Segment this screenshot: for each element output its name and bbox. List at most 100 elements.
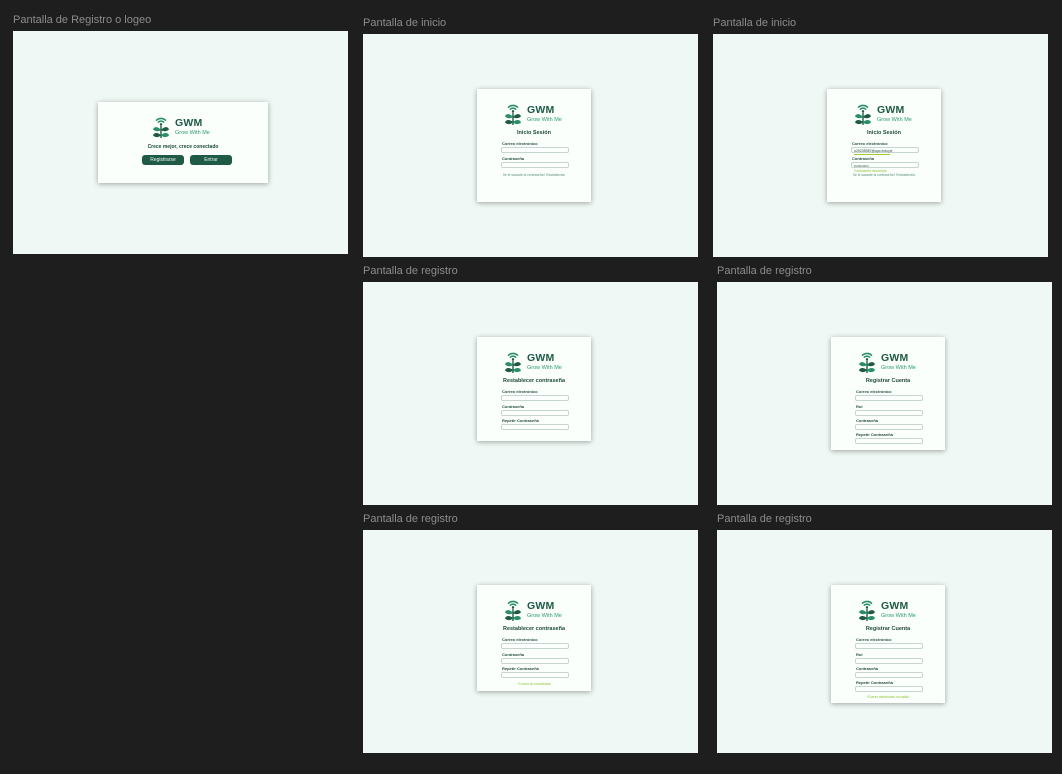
role-field[interactable] <box>855 410 923 416</box>
signup-error-text: *Correo electrónico no válido <box>866 695 910 699</box>
role-label: Rol <box>856 652 863 657</box>
password-label: Contraseña <box>856 418 879 423</box>
password-error-text: Contraseña incorrecta <box>854 168 887 173</box>
register-button[interactable]: Registrarse <box>142 155 184 165</box>
brand-name: GWM <box>527 600 555 612</box>
repeat-password-field[interactable] <box>855 686 923 692</box>
frame-login-error: GWM Grow With Me Inicio Sesión Correo el… <box>713 34 1048 257</box>
email-label: Correo electrónico <box>852 141 888 146</box>
plant-wifi-icon <box>854 101 872 127</box>
reset-error-card: GWM Grow With Me Restablecer contraseña … <box>477 585 591 691</box>
signup-title: Registrar Cuenta <box>865 626 911 632</box>
email-field[interactable] <box>501 643 569 649</box>
email-label: Correo electrónico <box>856 637 892 642</box>
brand-name: GWM <box>881 600 909 612</box>
login-title: Inicio Sesión <box>517 130 551 136</box>
reset-card: GWM Grow With Me Restablecer contraseña … <box>477 337 591 441</box>
frame-label-signup-error: Pantalla de registro <box>717 513 812 525</box>
frame-label-login: Pantalla de inicio <box>363 17 447 29</box>
password-label: Contraseña <box>856 666 879 671</box>
repeat-password-label: Repetir Contraseña <box>502 418 539 423</box>
frame-label-login-error: Pantalla de inicio <box>713 17 797 29</box>
email-label: Correo electrónico <box>502 389 538 394</box>
reset-title: Restablecer contraseña <box>502 378 566 384</box>
signup-error-card: GWM Grow With Me Registrar Cuenta Correo… <box>831 585 945 703</box>
password-field[interactable] <box>501 162 569 168</box>
frame-signup-error: GWM Grow With Me Registrar Cuenta Correo… <box>717 530 1052 753</box>
repeat-password-label: Repetir Contraseña <box>502 666 539 671</box>
brand-tagline: Grow With Me <box>877 116 912 123</box>
password-label: Contraseña <box>502 156 525 161</box>
brand-logo: GWM Grow With Me <box>504 597 562 623</box>
frame-signup: GWM Grow With Me Registrar Cuenta Correo… <box>717 282 1052 505</box>
repeat-password-label: Repetir Contraseña <box>856 680 893 685</box>
repeat-password-field[interactable] <box>501 424 569 430</box>
slogan: Crece mejor, crece conectado <box>147 144 219 150</box>
email-field[interactable] <box>501 395 569 401</box>
password-field[interactable] <box>855 672 923 678</box>
plant-wifi-icon <box>504 101 522 127</box>
frame-label-signup: Pantalla de registro <box>717 265 812 277</box>
forgot-password-link[interactable]: Se te sacaste la contraseña? Restablecel… <box>827 173 941 177</box>
email-label: Correo electrónico <box>856 389 892 394</box>
brand-name: GWM <box>175 117 203 129</box>
email-field[interactable] <box>855 643 923 649</box>
plant-wifi-icon <box>858 597 876 623</box>
brand-logo: GWM Grow With Me <box>858 349 916 375</box>
plant-wifi-icon <box>504 349 522 375</box>
login-title: Inicio Sesión <box>867 130 901 136</box>
brand-logo: GWM Grow With Me <box>152 114 210 140</box>
frame-label-welcome: Pantalla de Registro o logeo <box>13 14 152 26</box>
role-field[interactable] <box>855 658 923 664</box>
frame-reset: GWM Grow With Me Restablecer contraseña … <box>363 282 698 505</box>
signup-title: Registrar Cuenta <box>865 378 911 384</box>
brand-tagline: Grow With Me <box>175 129 210 136</box>
email-label: Correo electrónico <box>502 637 538 642</box>
brand-name: GWM <box>527 352 555 364</box>
password-field[interactable] <box>501 658 569 664</box>
brand-tagline: Grow With Me <box>527 364 562 371</box>
brand-logo: GWM Grow With Me <box>858 597 916 623</box>
brand-tagline: Grow With Me <box>527 612 562 619</box>
plant-wifi-icon <box>504 597 522 623</box>
repeat-password-field[interactable] <box>855 438 923 444</box>
repeat-password-field[interactable] <box>501 672 569 678</box>
brand-logo: GWM Grow With Me <box>854 101 912 127</box>
reset-title: Restablecer contraseña <box>502 626 566 632</box>
plant-wifi-icon <box>858 349 876 375</box>
login-error-card: GWM Grow With Me Inicio Sesión Correo el… <box>827 89 941 202</box>
password-label: Contraseña <box>852 156 875 161</box>
password-field[interactable] <box>501 410 569 416</box>
repeat-password-label: Repetir Contraseña <box>856 432 893 437</box>
brand-tagline: Grow With Me <box>881 364 916 371</box>
password-field[interactable]: •••••••••••• <box>851 162 919 168</box>
login-card: GWM Grow With Me Inicio Sesión Correo el… <box>477 89 591 202</box>
frame-label-reset-error: Pantalla de registro <box>363 513 458 525</box>
password-field[interactable] <box>855 424 923 430</box>
frame-label-reset: Pantalla de registro <box>363 265 458 277</box>
email-field[interactable] <box>501 147 569 153</box>
welcome-card: GWM Grow With Me Crece mejor, crece cone… <box>98 102 268 183</box>
frame-login: GWM Grow With Me Inicio Sesión Correo el… <box>363 34 698 257</box>
brand-tagline: Grow With Me <box>881 612 916 619</box>
password-label: Contraseña <box>502 404 525 409</box>
email-label: Correo electrónico <box>502 141 538 146</box>
password-label: Contraseña <box>502 652 525 657</box>
brand-name: GWM <box>881 352 909 364</box>
brand-name: GWM <box>877 104 905 116</box>
brand-logo: GWM Grow With Me <box>504 101 562 127</box>
reset-error-text: *Correo no encontrado <box>517 682 551 686</box>
forgot-password-link[interactable]: Se te sacaste la contraseña? Restablecel… <box>477 173 591 177</box>
role-label: Rol <box>856 404 863 409</box>
frame-welcome: GWM Grow With Me Crece mejor, crece cone… <box>13 31 348 254</box>
plant-wifi-icon <box>152 114 170 140</box>
brand-logo: GWM Grow With Me <box>504 349 562 375</box>
signup-card: GWM Grow With Me Registrar Cuenta Correo… <box>831 337 945 450</box>
email-field[interactable]: u20235987@upc.edu.pe <box>851 147 919 153</box>
email-error-underline <box>854 153 890 155</box>
enter-button[interactable]: Entrar <box>190 155 232 165</box>
frame-reset-error: GWM Grow With Me Restablecer contraseña … <box>363 530 698 753</box>
brand-name: GWM <box>527 104 555 116</box>
brand-tagline: Grow With Me <box>527 116 562 123</box>
email-field[interactable] <box>855 395 923 401</box>
